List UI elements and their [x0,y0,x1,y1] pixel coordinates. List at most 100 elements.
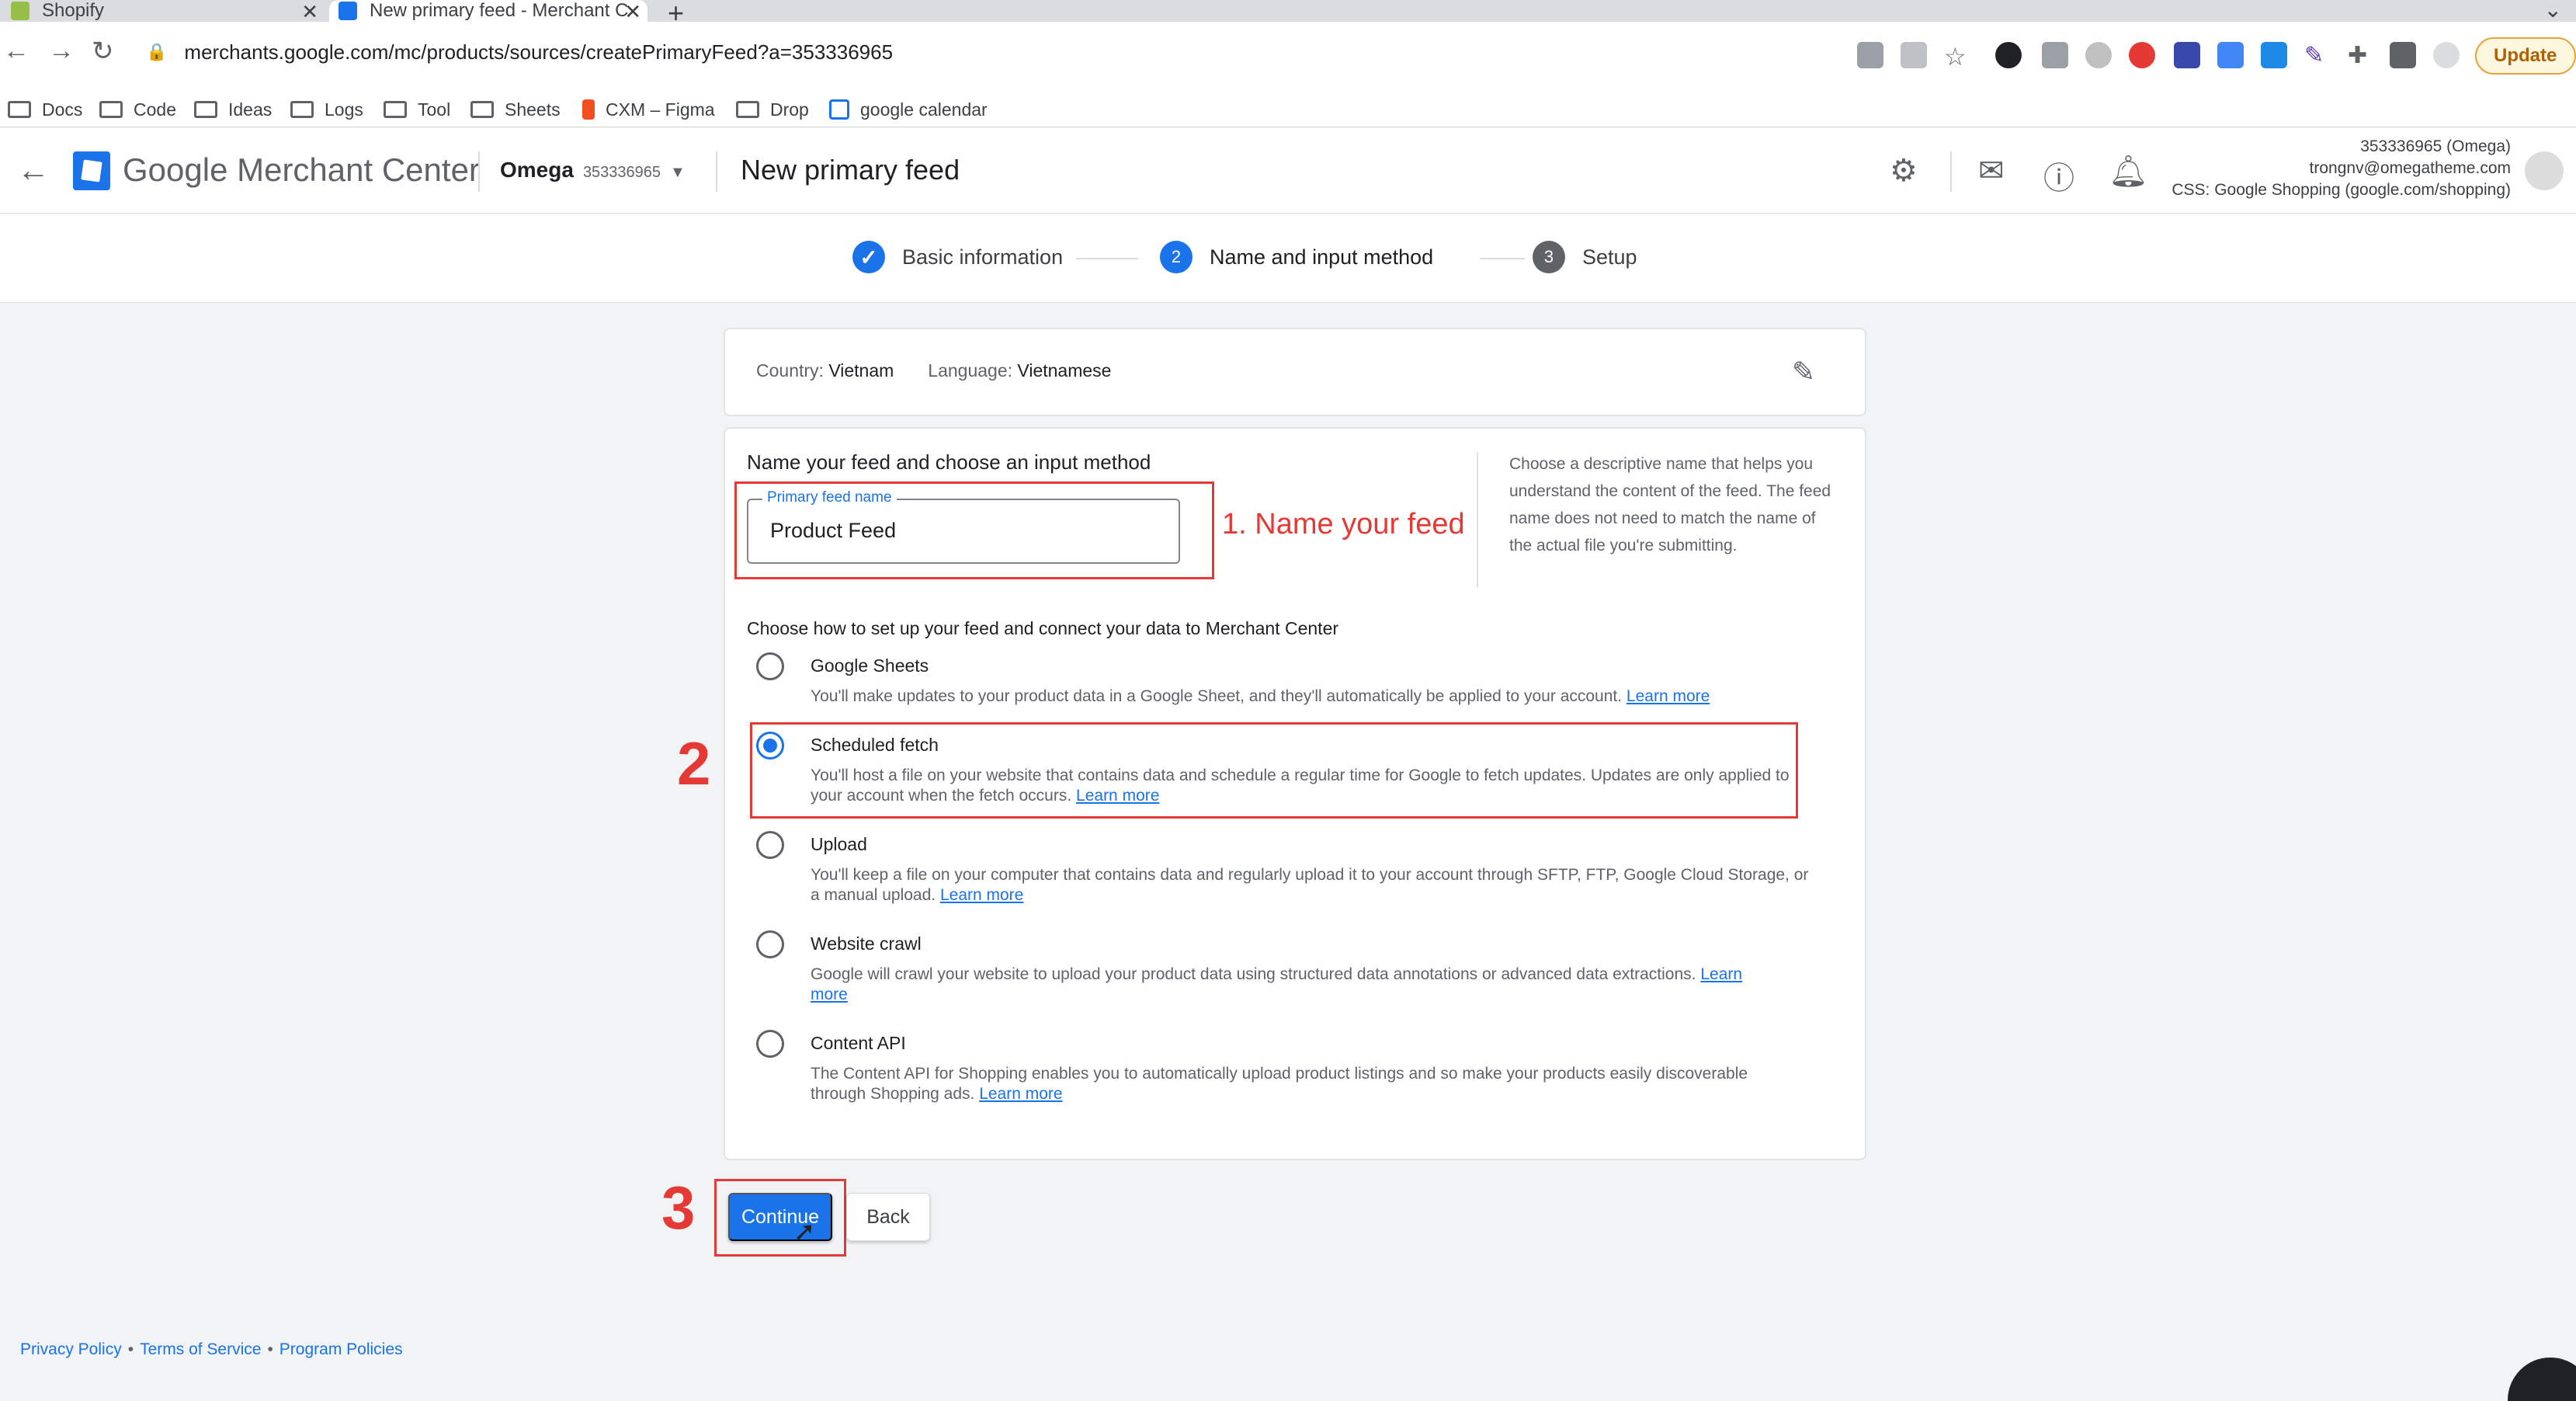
browser-toolbar: ← → ↻ 🔒 merchants.google.com/mc/products… [0,22,2576,92]
bookmark-logs[interactable]: Logs [290,92,363,127]
bookmark-sheets[interactable]: Sheets [470,92,561,127]
input-method-title: Choose how to set up your feed and conne… [747,618,1339,638]
back-icon[interactable]: ← [3,36,30,66]
account-id: 353336965 [582,164,661,181]
radio-website-crawl[interactable] [756,930,784,958]
option-description: Google will crawl your website to upload… [811,965,1743,1003]
star-icon[interactable]: ☆ [1944,42,1970,71]
learn-more-link[interactable]: Learn more [940,886,1023,904]
reload-icon[interactable]: ↻ [92,36,114,67]
url-text: merchants.google.com/mc/products/sources… [184,40,894,64]
extension-icon[interactable] [2042,42,2068,68]
bookmark-code[interactable]: Code [99,92,176,127]
chat-support-icon[interactable] [2508,1358,2576,1401]
option-description: You'll keep a file on your computer that… [811,866,1809,904]
learn-more-link[interactable]: Learn more [1626,687,1710,705]
option-content-api[interactable]: Content API The Content API for Shopping… [756,1030,1812,1107]
update-button[interactable]: Update [2475,37,2576,75]
option-website-crawl[interactable]: Website crawl Google will crawl your web… [756,930,1812,1008]
feed-setup-card: Name your feed and choose an input metho… [724,427,1866,1160]
option-description: You'll make updates to your product data… [811,687,1710,705]
account-name: Omega [500,158,574,182]
section-title: Name your feed and choose an input metho… [747,450,1151,474]
browser-tab-bar: Shopify ✕ New primary feed - Merchant C … [0,0,2576,29]
tab-merchant-center[interactable]: New primary feed - Merchant C ✕ [329,0,647,24]
account-switcher[interactable]: Omega 353336965 ▼ [500,158,686,183]
figma-icon [582,99,595,120]
page-title: New primary feed [741,154,960,186]
help-icon[interactable]: ⓘ [2043,153,2074,198]
annotation-step-2: 2 [677,729,711,798]
option-google-sheets[interactable]: Google Sheets You'll make updates to you… [756,652,1812,714]
extension-icon[interactable] [2261,42,2287,68]
edit-pencil-icon[interactable]: ✎ [1792,356,1815,388]
bookmark-google-calendar[interactable]: google calendar [829,92,988,127]
step-number: 3 [1533,241,1565,273]
address-bar[interactable]: 🔒 merchants.google.com/mc/products/sourc… [146,33,893,71]
bookmark-tool[interactable]: Tool [384,92,450,127]
step-number: 2 [1160,241,1193,273]
pen-icon[interactable]: ✎ [2304,42,2331,68]
option-upload[interactable]: Upload You'll keep a file on your comput… [756,831,1812,909]
folder-icon [194,101,217,118]
calendar-icon [829,99,849,120]
continue-button[interactable]: Continue [728,1193,832,1241]
avatar[interactable] [2523,150,2565,192]
back-arrow-icon[interactable]: ← [17,151,50,189]
annotation-name-your-feed: 1. Name your feed [1222,508,1465,541]
check-icon: ✓ [852,241,885,273]
profile-icon[interactable] [2433,42,2460,68]
terms-of-service-link[interactable]: Terms of Service [140,1340,261,1359]
translate-icon[interactable] [1857,42,1883,68]
divider [478,151,480,192]
merchant-center-logo [73,151,110,190]
extension-icon[interactable] [2217,42,2244,68]
footer-links: Privacy Policy • Terms of Service • Prog… [20,1340,403,1359]
side-panel-icon[interactable] [2390,42,2416,68]
annotation-box-scheduled-fetch [750,722,1798,819]
extension-icon[interactable] [2085,42,2112,68]
bookmarks-bar: Docs Code Ideas Logs Tool Sheets CXM – F… [0,92,2576,127]
brand-name: Google Merchant Center [123,151,480,188]
share-icon[interactable] [1901,42,1927,68]
caret-down-icon: ▼ [670,164,686,181]
tab-search-icon[interactable]: ⌄ [2544,0,2562,23]
step-basic-information: ✓ Basic information [852,241,1063,273]
radio-google-sheets[interactable] [756,652,784,680]
language-summary: Language: Vietnamese [928,360,1112,381]
folder-icon [470,101,494,118]
bookmark-docs[interactable]: Docs [8,92,82,127]
radio-content-api[interactable] [756,1030,784,1058]
step-connector [1480,258,1525,259]
learn-more-link[interactable]: Learn more [979,1085,1062,1103]
back-button[interactable]: Back [846,1193,930,1241]
basic-info-summary: Country: Vietnam Language: Vietnamese ✎ [724,328,1866,416]
extension-icon[interactable] [1995,42,2022,68]
close-icon[interactable]: ✕ [624,0,641,24]
tab-title: Shopify [42,0,105,21]
folder-icon [384,101,407,118]
puzzle-icon[interactable]: ✚ [2348,42,2374,68]
radio-upload[interactable] [756,831,784,859]
program-policies-link[interactable]: Program Policies [279,1340,403,1359]
folder-icon [8,101,31,118]
country-summary: Country: Vietnam [756,360,894,381]
privacy-policy-link[interactable]: Privacy Policy [20,1340,122,1359]
mouse-pointer-icon: ➚ [793,1217,816,1246]
step-setup: 3 Setup [1533,241,1637,273]
notifications-icon[interactable]: 🔔︎ [2109,153,2148,189]
bookmark-ideas[interactable]: Ideas [194,92,272,127]
extension-icon[interactable] [2174,42,2200,68]
settings-icon[interactable]: ⚙ [1890,153,1918,189]
close-icon[interactable]: ✕ [301,0,318,24]
shopify-icon [11,2,30,20]
bookmark-figma[interactable]: CXM – Figma [582,92,715,127]
forward-icon[interactable]: → [48,36,75,66]
annotation-box-name [734,481,1214,579]
mail-icon[interactable]: ✉ [1978,153,2005,189]
tab-shopify[interactable]: Shopify ✕ [0,0,325,24]
folder-icon [290,101,314,118]
adblock-icon[interactable] [2129,42,2155,68]
divider [1950,151,1952,192]
bookmark-drop[interactable]: Drop [736,92,809,127]
